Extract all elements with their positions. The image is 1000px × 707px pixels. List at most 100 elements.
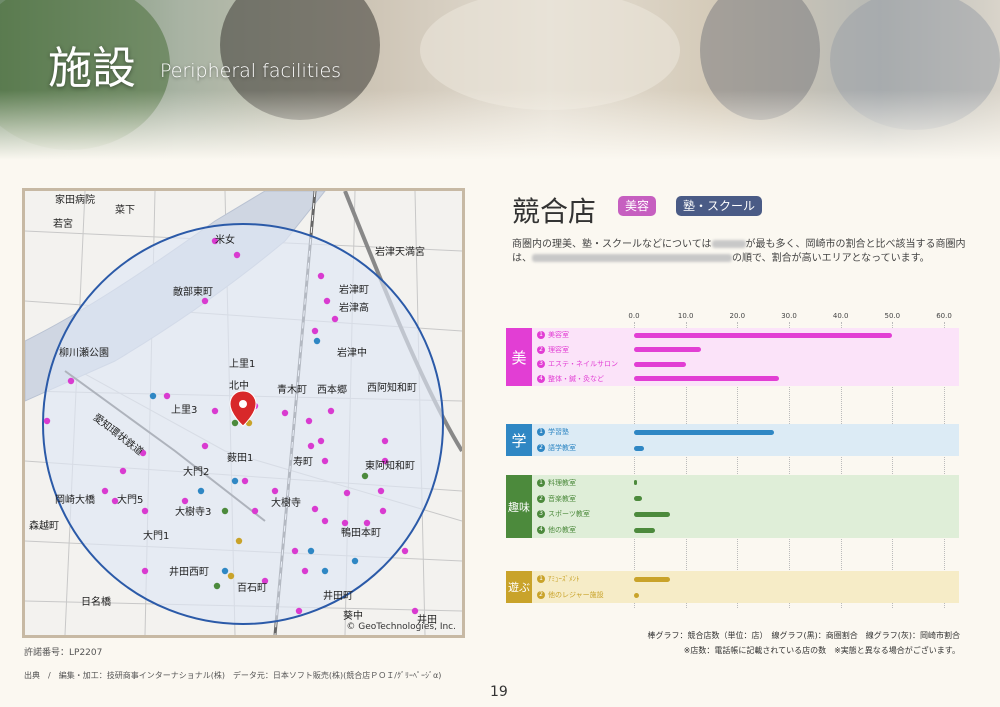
item-label: エステ・ネイルサロン (548, 360, 618, 369)
bar (634, 480, 637, 486)
section-title: 競合店 (512, 195, 597, 228)
map-copyright: © GeoTechnologies, Inc. (346, 622, 456, 632)
map-label: 大樹寺 (271, 498, 301, 509)
banner-fade (0, 90, 1000, 160)
series-label: 1 美容室 (537, 330, 569, 340)
chart-footnote: ※店数：電話帳に記載されている店の数 ※実態と異なる場合がございます。 (683, 646, 960, 655)
item-label: 他のレジャー施設 (548, 591, 604, 599)
map-label: 大門5 (117, 495, 144, 506)
axis-tick-label: 10.0 (677, 312, 694, 320)
map-label: 森越町 (29, 521, 59, 532)
map-label: 岩津高 (339, 303, 369, 314)
map-label: 大門1 (143, 531, 170, 542)
map-label: 青木町 (277, 385, 307, 396)
map-label: 寿町 (293, 457, 313, 468)
bar (634, 496, 642, 502)
map-label: 百石町 (237, 583, 267, 594)
item-number: 1 (537, 428, 545, 436)
map-label: 岩津天満宮 (375, 247, 425, 258)
item-label: スポーツ教室 (548, 510, 590, 519)
series-label: 1 ｱﾐｭｰｽﾞﾒﾝﾄ (537, 574, 580, 584)
map-label: 北中 (229, 381, 249, 392)
category-label: 学 (506, 424, 532, 456)
item-number: 2 (537, 444, 545, 452)
category-label: 美 (506, 328, 532, 386)
map-label: 西本郷 (317, 385, 347, 396)
series-label: 4 他の教室 (537, 525, 576, 535)
bar (634, 527, 655, 533)
desc-part: の順で、割合が高いエリアとなっています。 (732, 253, 930, 264)
map-label: 上里3 (171, 405, 198, 416)
item-number: 2 (537, 345, 545, 354)
item-label: 学習塾 (548, 428, 569, 436)
item-number: 4 (537, 526, 545, 535)
map-label: 岩津中 (337, 348, 367, 359)
tag-school: 塾・スクール (676, 196, 763, 216)
map-label: 日名橋 (81, 597, 111, 608)
item-number: 3 (537, 360, 545, 369)
map-label: 岡崎大橋 (55, 495, 95, 506)
series-label: 2 語学教室 (537, 443, 576, 453)
map-label: 敵部東町 (173, 287, 213, 298)
item-label: 音楽教室 (548, 494, 576, 503)
map-label: 家田病院 (55, 195, 95, 206)
bar (634, 576, 671, 582)
category-label: 趣味 (506, 475, 532, 538)
map-label: 大樹寺3 (175, 507, 212, 518)
item-label: 語学教室 (548, 444, 576, 452)
bar (634, 332, 893, 338)
axis-tick-label: 50.0 (884, 312, 901, 320)
item-label: 理容室 (548, 345, 569, 354)
page-subtitle: Peripheral facilities (160, 60, 342, 82)
map-label: 岩津町 (339, 285, 369, 296)
map-label: 薮田1 (227, 453, 254, 464)
item-label: 整体・鍼・灸など (548, 374, 604, 383)
map-label: 鴨田本町 (341, 528, 381, 539)
trade-area-map: 家田病院 若宮 菜下 米女 岩津天満宮 敵部東町 岩津町 岩津高 柳川瀬公園 岩… (22, 188, 465, 638)
item-label: 美容室 (548, 331, 569, 340)
bar (634, 445, 645, 451)
series-label: 4 整体・鍼・灸など (537, 374, 604, 384)
item-number: 4 (537, 374, 545, 383)
map-label: 菜下 (115, 205, 135, 216)
bar (634, 376, 779, 382)
axis-tick-label: 30.0 (781, 312, 797, 320)
item-number: 1 (537, 331, 545, 340)
map-label: 井田西町 (169, 567, 209, 578)
item-number: 2 (537, 591, 545, 599)
series-label: 2 音楽教室 (537, 494, 576, 504)
map-label: 米女 (215, 235, 235, 246)
map-label: 若宮 (53, 219, 73, 230)
item-label: ｱﾐｭｰｽﾞﾒﾝﾄ (548, 575, 580, 583)
source-credit: 出典 / 編集・加工：技研商事インターナショナル(株) データ元：日本ソフト販売… (24, 671, 442, 680)
bar (634, 511, 671, 517)
desc-part: 商圏内の理美、塾・スクールなどについては (512, 239, 712, 250)
redacted-text (711, 240, 746, 248)
map-label: 井田町 (323, 591, 353, 602)
bar (634, 592, 640, 598)
category-label: 遊ぶ (506, 571, 532, 603)
series-label: 2 理容室 (537, 345, 569, 355)
item-number: 1 (537, 575, 545, 583)
map-label: 東阿知和町 (365, 461, 415, 472)
item-number: 3 (537, 510, 545, 519)
axis-tick-label: 40.0 (832, 312, 849, 320)
item-label: 他の教室 (548, 526, 576, 535)
map-label: 葵中 (343, 611, 363, 622)
header-banner: 施設 Peripheral facilities (0, 0, 1000, 160)
series-label: 1 料理教室 (537, 478, 576, 488)
item-number: 2 (537, 494, 545, 503)
bar (634, 429, 774, 435)
item-number: 1 (537, 478, 545, 487)
section-description: 商圏内の理美、塾・スクールなどについては が最も多く、岡崎市の割合と比べ該当する商… (512, 238, 967, 266)
series-label: 3 エステ・ネイルサロン (537, 359, 618, 369)
map-label: 上里1 (229, 359, 256, 370)
axis-tick-label: 0.0 (628, 312, 640, 320)
redacted-text (532, 254, 732, 262)
axis-tick-label: 60.0 (936, 312, 952, 320)
series-label: 3 スポーツ教室 (537, 509, 590, 519)
chart-legend-note: 棒グラフ：競合店数（単位：店） 線グラフ(黒)：商圏割合 線グラフ(灰)：岡崎市… (647, 631, 960, 640)
map-label: 大門2 (183, 467, 210, 478)
item-label: 料理教室 (548, 478, 576, 487)
series-label: 2 他のレジャー施設 (537, 590, 604, 600)
